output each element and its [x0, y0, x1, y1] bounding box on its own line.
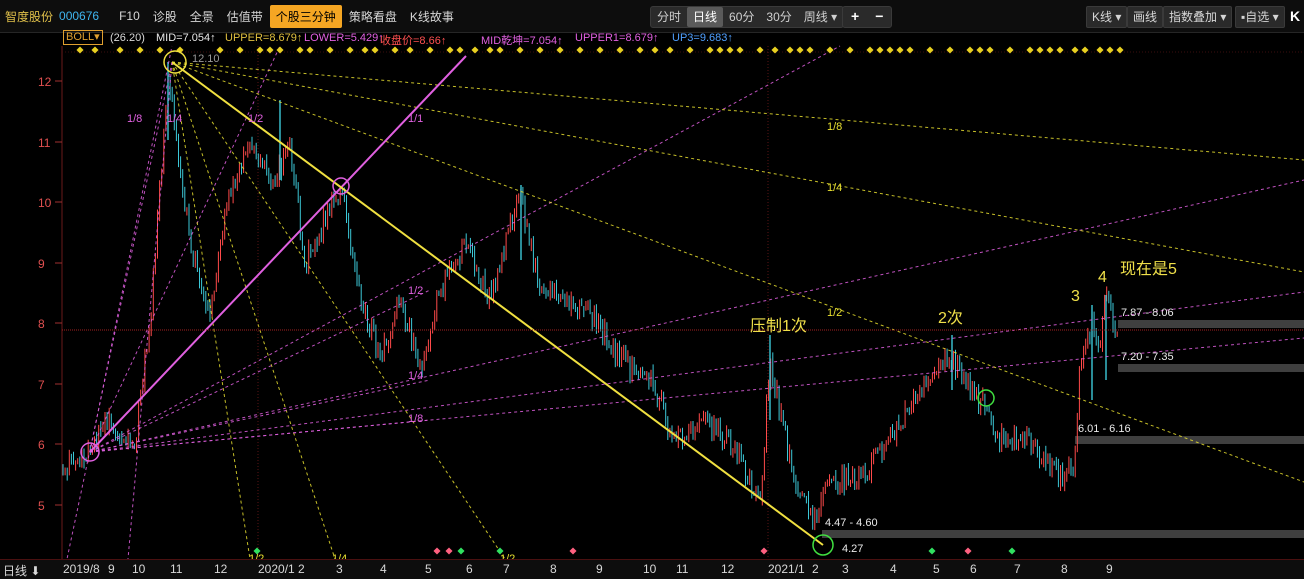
y-label-11: 11 [38, 136, 51, 150]
signal-diamond [569, 547, 577, 555]
y-label-10: 10 [38, 196, 52, 210]
signal-diamond [426, 46, 434, 54]
signal-diamond [486, 46, 494, 54]
signal-diamond [964, 547, 972, 555]
zone-label-1: 7.87 - 8.06 [1121, 307, 1174, 319]
annotation-second: 2次 [938, 310, 963, 327]
signal-diamond [876, 46, 884, 54]
signal-diamond [456, 46, 464, 54]
y-label-12: 12 [38, 75, 52, 89]
x-label: 6 [970, 562, 977, 576]
x-label: 9 [108, 562, 115, 576]
x-label: 7 [503, 562, 510, 576]
x-label: 9 [596, 562, 603, 576]
x-label: 2020/1 [258, 562, 295, 576]
x-label: 10 [643, 562, 657, 576]
annotation-now-5: 现在是5 [1120, 261, 1177, 278]
fan-label-low-1-2: 1/2 [408, 285, 424, 297]
circle-cross [332, 177, 350, 195]
fan-label-1-8: 1/8 [127, 113, 143, 125]
fan-label-yellow-1-2: 1/2 [827, 307, 843, 319]
signal-diamond [846, 46, 854, 54]
x-label: 2019/8 [63, 562, 100, 576]
yellow-trend-line [171, 61, 824, 546]
signal-diamond [433, 547, 441, 555]
x-label: 8 [1061, 562, 1068, 576]
x-label: 2021/1 [768, 562, 805, 576]
x-label: 12 [214, 562, 228, 576]
zone-label-4: 4.47 - 4.60 [825, 517, 878, 529]
signal-diamond [1008, 547, 1016, 555]
y-label-6: 6 [38, 438, 45, 452]
signal-diamond [156, 46, 164, 54]
high-price-label: 12.10 [192, 53, 220, 65]
signal-diamond [1071, 46, 1079, 54]
signal-diamond [1026, 46, 1034, 54]
x-label: 9 [1106, 562, 1113, 576]
zone-label-3: 6.01 - 6.16 [1078, 423, 1131, 435]
signal-diamond [666, 46, 674, 54]
x-label: 4 [380, 562, 387, 576]
signal-diamond [576, 46, 584, 54]
x-label: 4 [890, 562, 897, 576]
fan-label-1-2: 1/2 [248, 113, 264, 125]
y-label-5: 5 [38, 499, 45, 513]
annotation-press-1: 压制1次 [750, 318, 807, 335]
annotation-4: 4 [1098, 269, 1107, 286]
signal-diamond [471, 46, 479, 54]
x-label: 11 [170, 562, 183, 576]
x-label: 10 [132, 562, 146, 576]
kline-chart[interactable] [0, 0, 1304, 578]
signal-diamond [276, 46, 284, 54]
x-label: 3 [336, 562, 343, 576]
signal-diamond [445, 547, 453, 555]
signal-diamond [966, 46, 974, 54]
chart-grid [55, 46, 1304, 563]
signal-diamond [786, 46, 794, 54]
signal-diamond [756, 46, 764, 54]
x-label: 6 [466, 562, 473, 576]
circle-green-mid [977, 389, 995, 407]
x-label: 5 [425, 562, 432, 576]
x-label: 5 [933, 562, 940, 576]
x-label: 7 [1014, 562, 1021, 576]
fan-label-1-1: 1/1 [408, 113, 424, 125]
signal-diamond [516, 46, 524, 54]
signal-diamond [636, 46, 644, 54]
x-label: 8 [550, 562, 557, 576]
x-label: 12 [721, 562, 735, 576]
signal-diamond [1056, 46, 1064, 54]
y-label-9: 9 [38, 257, 45, 271]
low-price-label: 4.27 [842, 543, 864, 555]
signal-diamond [306, 46, 314, 54]
fan-label-1-4: 1/4 [167, 113, 183, 125]
candlesticks [62, 62, 1118, 531]
signal-diamond [651, 46, 659, 54]
signal-diamond [760, 547, 768, 555]
zone-label-2: 7.20 - 7.35 [1121, 351, 1174, 363]
y-label-7: 7 [38, 378, 45, 392]
fan-label-low-1-4: 1/4 [408, 370, 424, 382]
x-label: 3 [842, 562, 849, 576]
x-label: 11 [676, 562, 689, 576]
x-label: 2 [812, 562, 819, 576]
fan-label-yellow-1-8: 1/8 [827, 121, 843, 133]
signal-diamond [726, 46, 734, 54]
signal-diamond [771, 46, 779, 54]
signal-diamond [928, 547, 936, 555]
signal-diamond [1116, 46, 1124, 54]
x-label: 2 [298, 562, 305, 576]
annotation-3: 3 [1071, 288, 1080, 305]
y-label-8: 8 [38, 317, 45, 331]
fan-label-low-1-8: 1/8 [408, 413, 424, 425]
fan-label-yellow-1-4: 1/4 [827, 182, 843, 194]
period-label[interactable]: 日线 ⬇ [3, 562, 40, 579]
signal-diamond [906, 46, 914, 54]
signal-diamond [457, 547, 465, 555]
price-zone-bands [822, 320, 1304, 538]
